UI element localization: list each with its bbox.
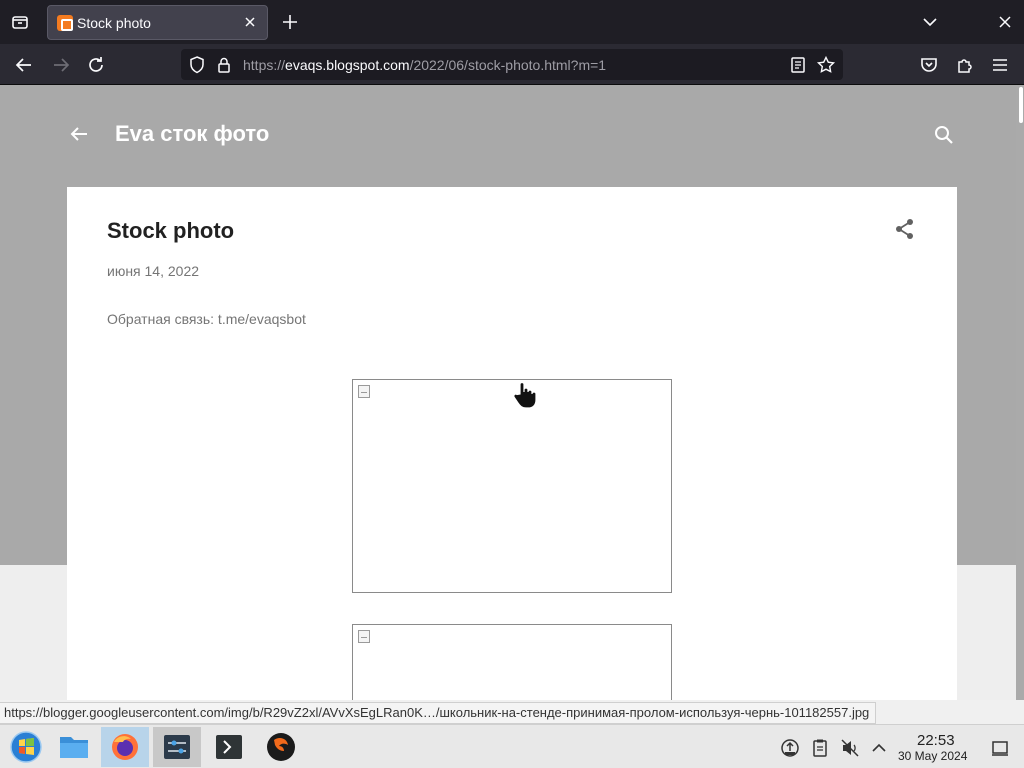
post-image-broken[interactable] [352,379,672,593]
clipboard-icon[interactable] [809,737,831,759]
broken-image-icon [358,385,370,398]
post-card: Stock photo июня 14, 2022 Обратная связь… [67,187,957,700]
shield-icon[interactable] [186,54,208,76]
settings-taskbar-icon[interactable] [153,727,201,767]
show-desktop-icon[interactable] [989,737,1011,759]
link-status-bar: https://blogger.googleusercontent.com/im… [0,702,877,724]
clock-date[interactable]: 30 May 2024 [898,749,967,763]
start-menu-button[interactable] [2,727,50,767]
lock-icon[interactable] [213,54,235,76]
new-tab-icon[interactable] [280,12,300,32]
post-title: Stock photo [107,218,235,243]
extensions-puzzle-icon[interactable] [953,53,977,77]
network-update-icon[interactable] [779,737,801,759]
reload-icon[interactable] [84,53,108,77]
blogger-favicon-icon [57,15,73,31]
hand-pointer-cursor-icon [512,380,538,410]
app-taskbar-icon[interactable] [257,727,305,767]
tab-stock-photo[interactable]: Stock photo [47,5,268,40]
search-icon[interactable] [932,123,956,147]
tab-list-icon[interactable] [8,10,32,34]
url-path: /2022/06/stock-photo.html?m=1 [409,57,607,73]
navigation-toolbar: https://evaqs.blogspot.com/2022/06/stock… [0,44,1024,85]
clock-time[interactable]: 22:53 [917,732,955,749]
scrollbar-thumb[interactable] [1019,87,1023,123]
bookmark-star-icon[interactable] [815,54,837,76]
page-viewport: Eva сток фото Stock photo июня 14, 2022 … [0,85,1024,700]
post-image-broken[interactable] [352,624,672,700]
hamburger-menu-icon[interactable] [988,53,1012,77]
terminal-icon[interactable] [205,727,253,767]
forward-arrow-icon[interactable] [49,53,73,77]
post-date[interactable]: июня 14, 2022 [107,263,199,279]
pocket-icon[interactable] [917,53,941,77]
chevron-down-icon[interactable] [919,12,941,32]
volume-muted-icon[interactable] [839,737,861,759]
reader-view-icon[interactable] [787,54,809,76]
url-host: evaqs.blogspot.com [285,57,410,73]
firefox-taskbar-icon[interactable] [101,727,149,767]
blog-back-arrow-icon[interactable] [67,122,91,146]
page-scrollbar[interactable] [1016,85,1024,700]
chevron-up-icon[interactable] [868,737,890,759]
taskbar: 22:53 30 May 2024 [0,724,1024,768]
url-text[interactable]: https://evaqs.blogspot.com/2022/06/stock… [243,57,606,73]
window-close-icon[interactable] [995,12,1015,32]
tab-bar: Stock photo [0,0,1024,44]
close-tab-icon[interactable] [241,13,259,31]
tab-title: Stock photo [77,15,151,31]
blog-name[interactable]: Eva сток фото [115,121,269,147]
address-bar[interactable]: https://evaqs.blogspot.com/2022/06/stock… [181,49,843,80]
share-icon[interactable] [893,217,917,241]
file-manager-icon[interactable] [50,727,98,767]
url-prefix: https:// [243,57,286,73]
broken-image-icon [358,630,370,643]
post-feedback-text: Обратная связь: t.me/evaqsbot [107,311,306,327]
back-arrow-icon[interactable] [12,53,36,77]
